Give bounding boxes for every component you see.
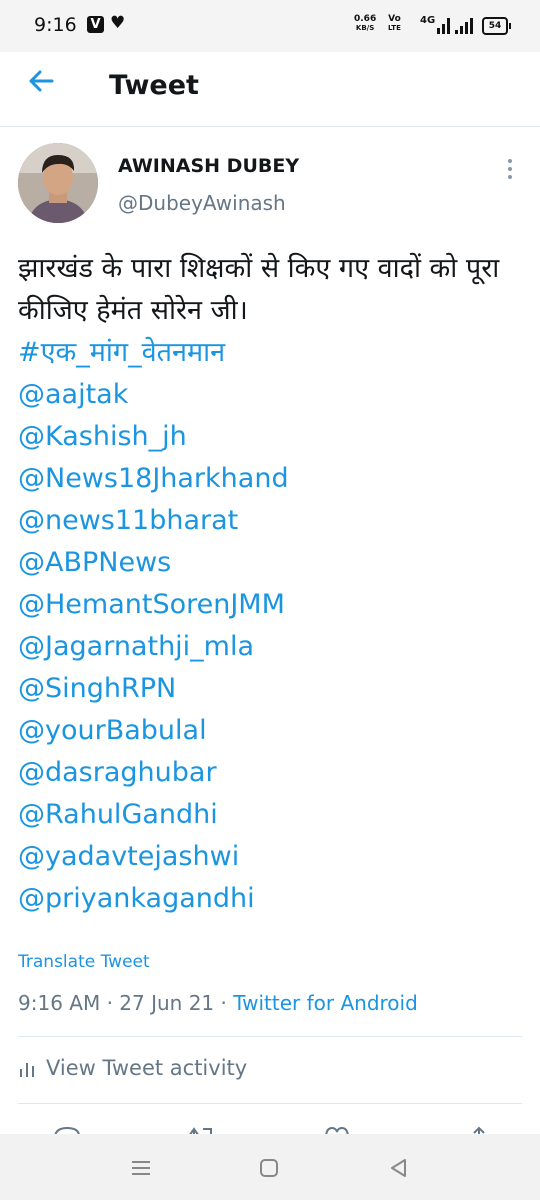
recent-apps-icon[interactable]: [130, 1158, 152, 1178]
tweet-timestamp: 9:16 AM · 27 Jun 21 ·: [18, 991, 234, 1015]
notification-app-icon: V: [87, 16, 104, 33]
mention-link[interactable]: @yadavtejashwi: [18, 836, 523, 878]
page-title: Tweet: [109, 70, 199, 101]
reply-icon[interactable]: [52, 1124, 82, 1134]
more-options-icon[interactable]: [500, 155, 520, 183]
tweet-body: झारखंड के पारा शिक्षकों से किए गए वादों …: [18, 248, 523, 920]
volte-bottom-label: LTE: [388, 24, 401, 32]
mention-link[interactable]: @priyankagandhi: [18, 878, 523, 920]
avatar-image: [18, 143, 98, 223]
author-handle[interactable]: @DubeyAwinash: [118, 191, 286, 215]
tweet-text: झारखंड के पारा शिक्षकों से किए गए वादों …: [18, 253, 500, 326]
mention-link[interactable]: @HemantSorenJMM: [18, 584, 523, 626]
network-speed-value: 0.66: [354, 14, 377, 24]
tweet-meta: 9:16 AM · 27 Jun 21 · Twitter for Androi…: [18, 991, 418, 1015]
mention-link[interactable]: @Jagarnathji_mla: [18, 626, 523, 668]
avatar[interactable]: [18, 143, 98, 223]
tweet-action-bar: [0, 1118, 540, 1134]
mention-link[interactable]: @ABPNews: [18, 542, 523, 584]
mention-link[interactable]: @RahulGandhi: [18, 794, 523, 836]
home-icon[interactable]: [259, 1158, 279, 1178]
mention-link[interactable]: @SinghRPN: [18, 668, 523, 710]
top-app-bar: Tweet: [0, 52, 540, 127]
back-nav-icon[interactable]: [388, 1157, 408, 1179]
signal-icon-2: [455, 18, 473, 34]
battery-icon: 54: [482, 17, 511, 35]
divider: [18, 1036, 522, 1037]
mention-link[interactable]: @dasraghubar: [18, 752, 523, 794]
divider: [18, 1103, 522, 1104]
hashtag-link[interactable]: #एक_मांग_वेतनमान: [18, 332, 523, 374]
retweet-icon[interactable]: [185, 1124, 217, 1134]
network-type: 4G: [420, 15, 436, 26]
status-bar: 9:16 V ♥ 0.66 KB/S Vo LTE 4G 54: [0, 0, 540, 52]
mention-link[interactable]: @aajtak: [18, 374, 523, 416]
network-speed: 0.66 KB/S: [354, 15, 376, 33]
mention-link[interactable]: @yourBabulal: [18, 710, 523, 752]
translate-tweet-link[interactable]: Translate Tweet: [18, 952, 150, 972]
volte-top-label: Vo: [388, 14, 401, 24]
share-icon[interactable]: [468, 1124, 490, 1134]
view-tweet-activity-button[interactable]: View Tweet activity: [18, 1056, 247, 1080]
system-navigation-bar: [0, 1134, 540, 1200]
back-arrow-icon[interactable]: [26, 66, 56, 96]
author-name[interactable]: AWINASH DUBEY: [118, 155, 299, 177]
mention-link[interactable]: @news11bharat: [18, 500, 523, 542]
tweet-source-link[interactable]: Twitter for Android: [233, 991, 418, 1015]
mention-link[interactable]: @News18Jharkhand: [18, 458, 523, 500]
bar-chart-icon: [20, 1063, 34, 1077]
like-icon[interactable]: [322, 1124, 352, 1134]
status-time: 9:16: [34, 14, 77, 36]
network-speed-unit: KB/S: [355, 24, 375, 32]
signal-icon: [437, 18, 450, 34]
heart-notification-icon: ♥: [110, 13, 126, 33]
view-tweet-activity-label: View Tweet activity: [46, 1056, 248, 1080]
mention-link[interactable]: @Kashish_jh: [18, 416, 523, 458]
volte-icon: Vo LTE: [388, 15, 401, 33]
